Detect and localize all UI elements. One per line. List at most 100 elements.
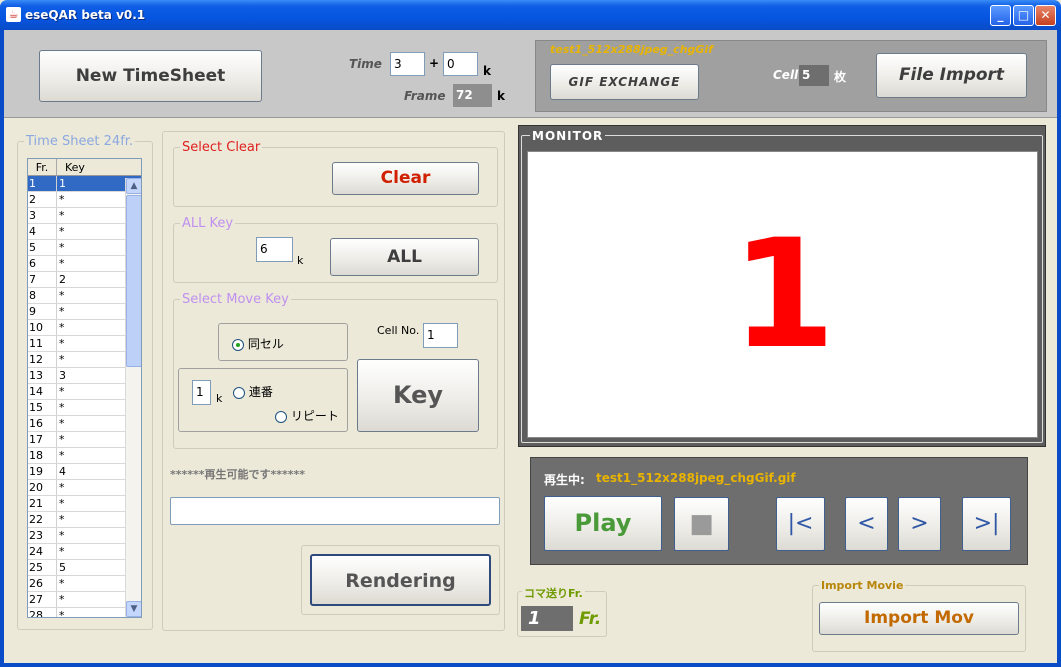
frame-cell: 21 [28,496,57,511]
frame-step-value: 1 [521,606,573,631]
key-cell[interactable]: * [57,400,125,415]
key-cell[interactable]: * [57,432,125,447]
key-cell[interactable]: * [57,256,125,271]
key-cell[interactable]: * [57,528,125,543]
next-frame-button[interactable]: > [898,497,941,551]
key-cell[interactable]: * [57,608,125,617]
status-field[interactable] [170,497,500,525]
key-cell[interactable]: 3 [57,368,125,383]
radio-same-cell-icon[interactable] [232,338,244,351]
import-movie-title: Import Movie [819,579,906,592]
frame-cell: 22 [28,512,57,527]
key-cell[interactable]: * [57,544,125,559]
monitor-title: MONITOR [530,129,606,143]
key-cell[interactable]: * [57,384,125,399]
key-cell[interactable]: * [57,224,125,239]
monitor-frame-number: 1 [731,208,836,382]
frame-cell: 14 [28,384,57,399]
cell-label: Cell [773,68,799,82]
minimize-button[interactable]: _ [990,5,1011,26]
select-clear-title: Select Clear [180,140,263,155]
rendering-button[interactable]: Rendering [310,554,491,606]
frame-cell: 2 [28,192,57,207]
timesheet-scrollbar[interactable]: ▲ ▼ [125,178,141,617]
frame-cell: 12 [28,352,57,367]
now-playing-label: 再生中: [544,473,585,487]
key-cell[interactable]: * [57,288,125,303]
frame-cell: 13 [28,368,57,383]
key-cell[interactable]: * [57,208,125,223]
first-frame-button[interactable]: |< [776,497,825,551]
key-cell[interactable]: 5 [57,560,125,575]
frame-cell: 27 [28,592,57,607]
key-cell[interactable]: * [57,592,125,607]
last-frame-button[interactable]: >| [962,497,1011,551]
frame-cell: 10 [28,320,57,335]
sequential-option[interactable]: 連番 [233,383,273,400]
all-button[interactable]: ALL [330,238,479,276]
cell-no-label: Cell No. [377,324,420,337]
frame-cell: 24 [28,544,57,559]
timesheet-header: Fr. Key [28,159,141,176]
monitor-screen: 1 [527,151,1038,438]
time-seconds-input[interactable]: 3 [390,52,425,76]
same-cell-option[interactable]: 同セル [232,335,284,352]
scroll-thumb[interactable] [126,195,141,367]
key-cell[interactable]: * [57,480,125,495]
key-cell[interactable]: * [57,304,125,319]
key-cell[interactable]: * [57,448,125,463]
step-unit: k [216,392,223,405]
maximize-button[interactable]: □ [1013,5,1034,26]
file-import-button[interactable]: File Import [876,53,1027,98]
frame-cell: 7 [28,272,57,287]
time-frames-input[interactable]: 0 [443,52,478,76]
all-key-title: ALL Key [180,216,236,231]
frame-cell: 1 [28,176,57,191]
frame-cell: 15 [28,400,57,415]
prev-frame-button[interactable]: < [845,497,888,551]
radio-sequential-icon[interactable] [233,386,245,399]
key-cell[interactable]: * [57,240,125,255]
repeat-option[interactable]: リピート [275,407,339,424]
scroll-up-icon[interactable]: ▲ [126,178,141,194]
frame-cell: 18 [28,448,57,463]
import-mov-button[interactable]: Import Mov [819,602,1019,635]
radio-repeat-icon[interactable] [275,410,287,423]
key-cell[interactable]: * [57,576,125,591]
close-button[interactable]: ✕ [1035,5,1056,26]
new-timesheet-button[interactable]: New TimeSheet [39,50,262,102]
key-cell[interactable]: 2 [57,272,125,287]
all-key-input[interactable]: 6 [256,237,293,262]
frame-cell: 20 [28,480,57,495]
timesheet-title: Time Sheet 24fr. [24,134,136,149]
title-bar[interactable]: ☕ eseQAR beta v0.1 _ □ ✕ [0,0,1061,30]
key-cell[interactable]: * [57,416,125,431]
window-title: eseQAR beta v0.1 [25,8,146,22]
stop-button[interactable]: ■ [674,497,729,551]
java-icon: ☕ [6,7,21,22]
key-cell[interactable]: 1 [57,176,125,191]
all-key-unit: k [297,254,304,267]
column-header-key[interactable]: Key [57,159,125,175]
key-cell[interactable]: * [57,192,125,207]
frame-step-unit: Fr. [579,609,602,629]
column-header-fr[interactable]: Fr. [28,159,57,175]
key-cell[interactable]: * [57,512,125,527]
step-input[interactable]: 1 [192,380,211,405]
gif-exchange-button[interactable]: GIF EXCHANGE [550,64,699,100]
key-button[interactable]: Key [357,359,479,432]
key-cell[interactable]: * [57,352,125,367]
frame-cell: 25 [28,560,57,575]
frame-cell: 19 [28,464,57,479]
key-cell[interactable]: * [57,496,125,511]
key-cell[interactable]: * [57,336,125,351]
clear-button[interactable]: Clear [332,162,479,195]
player-panel: 再生中: test1_512x288jpeg_chgGif.gif Play ■… [530,457,1028,565]
play-button[interactable]: Play [544,496,662,551]
key-cell[interactable]: 4 [57,464,125,479]
timesheet-table[interactable]: Fr. Key 1 1 2 * 3 * 4 * 5 * 6 * 7 2 8 * 9 * 10 * 11 * 12 * 13 3 14… [27,158,142,618]
now-playing-file: test1_512x288jpeg_chgGif.gif [596,471,796,485]
cell-no-input[interactable]: 1 [423,323,458,348]
key-cell[interactable]: * [57,320,125,335]
scroll-down-icon[interactable]: ▼ [126,601,141,617]
